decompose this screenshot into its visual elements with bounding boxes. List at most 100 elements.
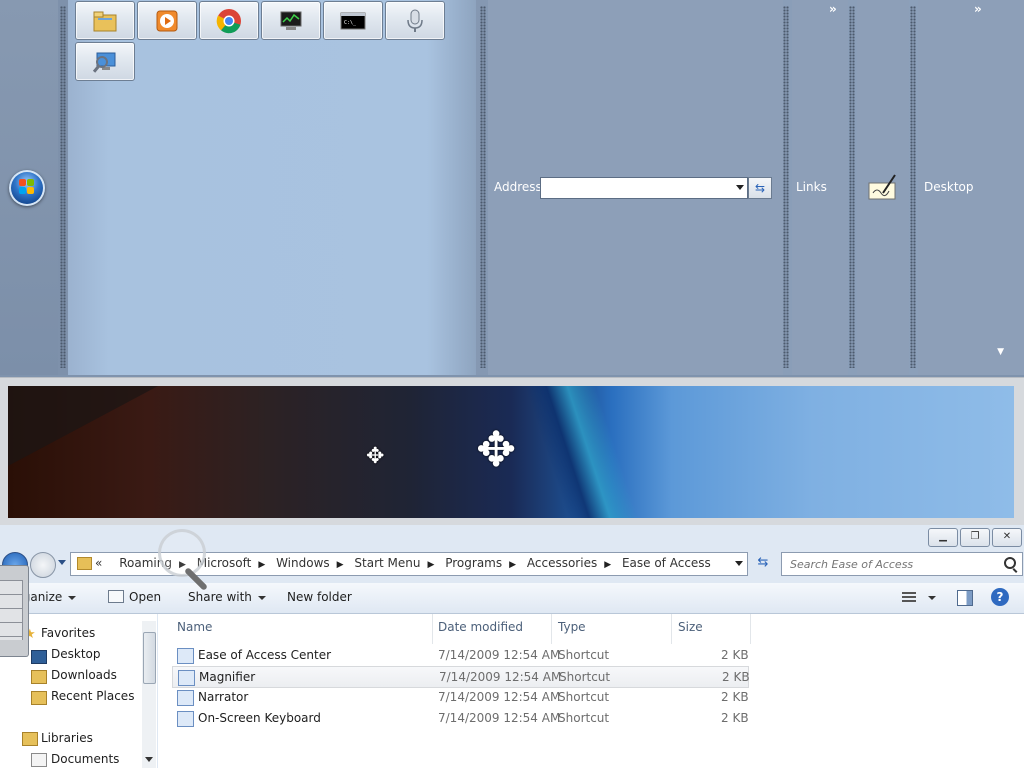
on-screen-keyboard-window[interactable] [0,565,29,657]
column-divider[interactable] [432,614,433,644]
toolbar-gripper[interactable] [910,6,916,368]
desktop-label: Desktop [924,180,974,194]
tablet-pen-icon[interactable] [867,173,897,201]
nav-item-favorites[interactable]: Favorites [41,626,95,640]
toolbar-gripper[interactable] [783,6,789,368]
column-name[interactable]: Name [177,620,212,634]
breadcrumb-item[interactable]: Ease of Access [622,556,711,570]
chevron-down-icon[interactable] [928,596,936,600]
libraries-icon [22,732,38,746]
close-button[interactable]: ✕ [992,528,1022,547]
breadcrumb-item[interactable]: Accessories [527,556,597,570]
start-column [0,0,58,375]
nav-item-libraries[interactable]: Libraries [41,731,93,745]
column-date-modified[interactable]: Date modified [438,620,523,634]
minimize-button[interactable]: ▁ [928,528,958,547]
file-size: 2 KB [722,670,750,684]
forward-button[interactable] [30,552,56,578]
command-prompt-button[interactable]: C:\_ [323,1,383,40]
file-type: Shortcut [558,648,610,662]
start-button[interactable] [9,170,45,206]
toolbar-gripper[interactable] [849,6,855,368]
restore-button[interactable]: ❐ [960,528,990,547]
file-name: On-Screen Keyboard [198,711,321,725]
task-manager-icon [280,11,302,30]
ease-of-access-icon [177,648,194,664]
search-box[interactable] [781,552,1023,576]
file-row[interactable]: Narrator 7/14/2009 12:54 AM Shortcut 2 K… [172,687,749,707]
breadcrumb-item[interactable]: Programs [445,556,502,570]
scroll-down-icon[interactable]: ▼ [997,347,1004,357]
help-icon[interactable]: ? [991,588,1009,606]
file-name: Ease of Access Center [198,648,332,662]
address-input[interactable] [540,177,748,199]
recent-pages-icon[interactable] [58,560,66,565]
command-bar: rganize Open Share with New folder ? [0,583,1024,614]
magnifier-window[interactable]: ✥ ✥ [0,377,1024,526]
toolbar-gripper[interactable] [60,6,66,368]
chrome-button[interactable] [199,1,259,40]
nav-item-desktop[interactable]: Desktop [51,647,101,661]
svg-text:C:\_: C:\_ [344,20,357,26]
nav-item-downloads[interactable]: Downloads [51,668,117,682]
nav-item-recent-places[interactable]: Recent Places [51,689,134,703]
microphone-icon [407,9,423,32]
file-date: 7/14/2009 12:54 AM [438,690,561,704]
address-go-button[interactable]: ⇆ [748,177,772,199]
windows-logo-icon [19,179,35,195]
nav-item-documents[interactable]: Documents [51,752,119,766]
open-button[interactable]: Open [108,590,161,604]
open-label: Open [129,590,162,604]
file-list: Name Date modified Type Size Ease of Acc… [158,614,1024,768]
media-player-icon [156,10,178,32]
file-row[interactable]: Ease of Access Center 7/14/2009 12:54 AM… [172,645,749,665]
task-manager-button[interactable] [261,1,321,40]
scrollbar-thumb[interactable] [143,632,156,684]
column-size[interactable]: Size [678,620,703,634]
preview-pane-icon[interactable] [957,590,973,606]
column-divider[interactable] [671,614,672,644]
file-row-selected[interactable]: Magnifier 7/14/2009 12:54 AM Shortcut 2 … [172,666,750,688]
desktop-chevron-icon[interactable]: » [974,2,982,16]
file-type: Shortcut [559,670,611,684]
search-input[interactable] [788,555,1002,573]
file-explorer-button[interactable] [75,1,135,40]
breadcrumb-item[interactable]: Windows [276,556,330,570]
chevron-down-icon [68,595,77,600]
media-player-button[interactable] [137,1,197,40]
downloads-icon [31,670,47,684]
column-divider[interactable] [750,614,751,644]
file-type: Shortcut [558,711,610,725]
explorer-window: ▁ ❐ ✕ « Roaming ▶ Microsoft ▶ Windows ▶ Sta… [0,525,1024,768]
scroll-down-icon[interactable] [145,757,153,762]
breadcrumb-item[interactable]: Start Menu [354,556,420,570]
new-folder-label: New folder [287,590,352,604]
nav-scrollbar[interactable] [142,621,156,768]
narrator-icon [177,690,194,706]
refresh-button[interactable]: ⇆ [752,552,774,574]
documents-icon [31,753,47,767]
speech-recognition-button[interactable] [385,1,445,40]
magnifier-glass-icon[interactable] [158,529,206,577]
keyboard-keys[interactable] [0,580,23,640]
file-size: 2 KB [721,648,749,662]
share-with-button[interactable]: Share with [188,590,266,604]
remote-desktop-button[interactable] [75,42,135,81]
new-folder-button[interactable]: New folder [287,590,352,604]
column-divider[interactable] [551,614,552,644]
folder-icon [77,557,92,570]
chevron-down-icon[interactable] [736,185,744,190]
chevron-down-icon [257,595,266,600]
file-date: 7/14/2009 12:54 AM [438,711,561,725]
chevron-down-icon[interactable] [735,561,743,566]
file-date: 7/14/2009 12:54 AM [438,648,561,662]
breadcrumb-overflow[interactable]: « [95,556,102,570]
refresh-arrows-icon: ⇆ [754,181,766,195]
links-chevron-icon[interactable]: » [829,2,837,16]
column-type[interactable]: Type [558,620,586,634]
views-icon[interactable] [902,592,916,603]
file-row[interactable]: On-Screen Keyboard 7/14/2009 12:54 AM Sh… [172,708,749,728]
search-icon[interactable] [1004,557,1016,569]
links-toolbar: » Links [792,0,848,375]
toolbar-gripper[interactable] [480,6,486,368]
